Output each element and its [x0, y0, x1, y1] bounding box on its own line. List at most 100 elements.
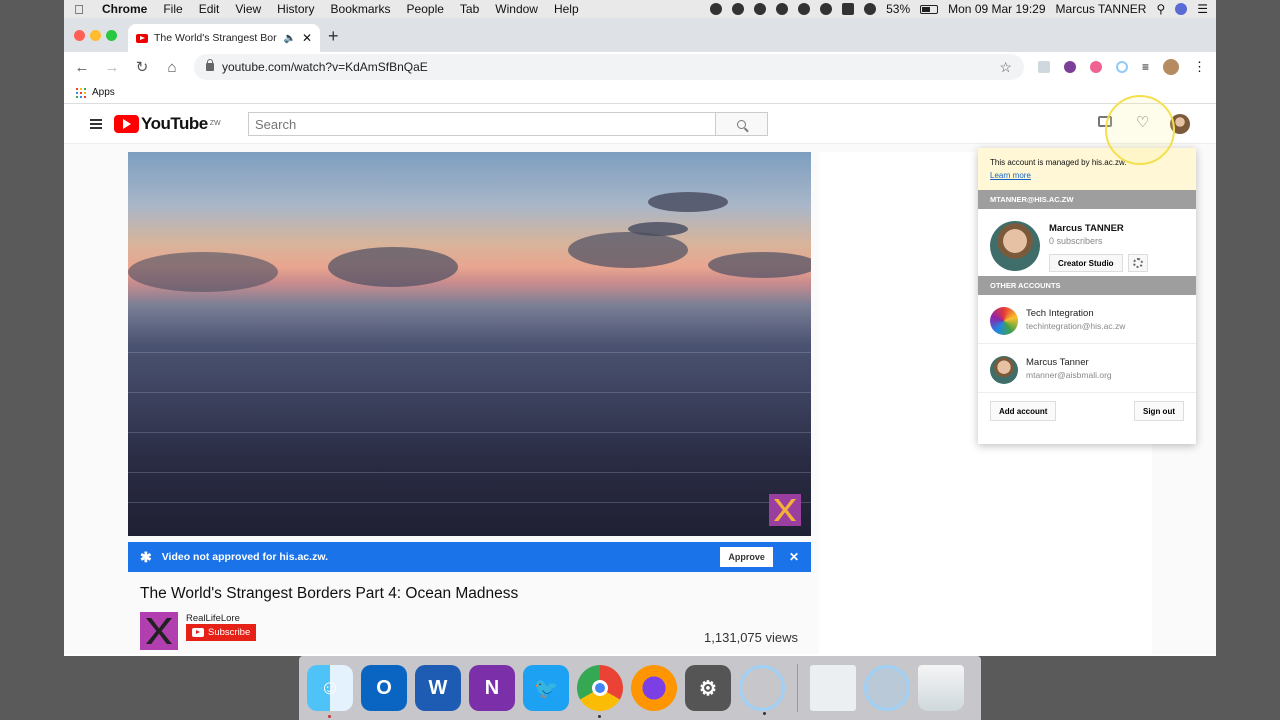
- reading-list-icon[interactable]: ≡: [1142, 60, 1149, 74]
- back-arrow-icon[interactable]: ←: [74, 59, 90, 76]
- extension-icon-4[interactable]: [1115, 61, 1128, 73]
- guide-menu-icon[interactable]: [90, 118, 102, 129]
- tab-close-icon[interactable]: ✕: [302, 31, 312, 45]
- creator-studio-button[interactable]: Creator Studio: [1049, 254, 1123, 272]
- wave-line: [128, 352, 811, 353]
- firefox-icon[interactable]: [631, 665, 677, 711]
- running-indicator: [763, 712, 766, 715]
- menu-view[interactable]: View: [227, 0, 269, 18]
- view-count: 1,131,075 views: [704, 630, 798, 645]
- menu-people[interactable]: People: [399, 0, 452, 18]
- youtube-search: [248, 112, 768, 136]
- apple-menu-icon[interactable]: : [64, 2, 94, 17]
- channel-watermark[interactable]: [769, 494, 801, 526]
- loading-app-icon[interactable]: [739, 665, 785, 715]
- account-menu-footer: Add account Sign out: [978, 393, 1196, 429]
- bookmark-star-icon[interactable]: ☆: [999, 59, 1012, 76]
- trash-icon[interactable]: [918, 665, 964, 711]
- wifi-icon[interactable]: [842, 3, 855, 15]
- youtube-header: YouTube ZW ♡: [64, 104, 1216, 144]
- home-icon[interactable]: ⌂: [164, 59, 180, 76]
- siri-icon[interactable]: [1175, 3, 1188, 15]
- minimize-window-button[interactable]: [90, 30, 101, 41]
- menu-bookmarks[interactable]: Bookmarks: [323, 0, 399, 18]
- dropbox-tray-icon[interactable]: [776, 3, 789, 15]
- menu-file[interactable]: File: [155, 0, 190, 18]
- onenote-icon[interactable]: N: [469, 665, 515, 711]
- reload-icon[interactable]: ↻: [134, 58, 150, 76]
- apps-grid-icon[interactable]: [76, 87, 86, 98]
- close-window-button[interactable]: [74, 30, 85, 41]
- subscribe-button[interactable]: Subscribe: [186, 624, 257, 641]
- video-player[interactable]: [128, 152, 811, 536]
- extension-icon-1[interactable]: [1037, 61, 1050, 73]
- close-banner-icon[interactable]: ✕: [789, 550, 799, 564]
- bluetooth-icon[interactable]: [820, 3, 833, 15]
- address-bar[interactable]: youtube.com/watch?v=KdAmSfBnQaE ☆: [194, 54, 1024, 80]
- other-account-name: Marcus Tanner: [1026, 357, 1089, 368]
- dock-separator: [797, 664, 798, 712]
- approve-button[interactable]: Approve: [720, 547, 773, 567]
- volume-icon[interactable]: [864, 3, 877, 15]
- channel-avatar[interactable]: [140, 612, 178, 650]
- extension-icon-3[interactable]: [1089, 61, 1102, 73]
- outlook-icon[interactable]: O: [361, 665, 407, 711]
- cloud-tray-icon[interactable]: [754, 3, 767, 15]
- cloud-shape: [128, 252, 278, 292]
- other-account-item[interactable]: Marcus Tanner mtanner@aisbmali.org: [978, 344, 1196, 393]
- youtube-wordmark: YouTube: [141, 113, 208, 133]
- macos-dock: ☺ O W N 🐦 ⚙: [299, 656, 981, 720]
- battery-percent[interactable]: 53%: [886, 2, 910, 16]
- chrome-icon[interactable]: [577, 665, 623, 718]
- menu-window[interactable]: Window: [487, 0, 546, 18]
- battery-icon[interactable]: [920, 4, 939, 14]
- windmill-logo-icon: [146, 618, 172, 644]
- url-text[interactable]: youtube.com/watch?v=KdAmSfBnQaE: [222, 60, 428, 74]
- wave-line: [128, 432, 811, 433]
- menu-help[interactable]: Help: [546, 0, 587, 18]
- profile-avatar-icon[interactable]: [1163, 59, 1179, 75]
- forward-arrow-icon[interactable]: →: [104, 59, 120, 76]
- sign-out-button[interactable]: Sign out: [1134, 401, 1184, 421]
- twitter-icon[interactable]: 🐦: [523, 665, 569, 711]
- menu-history[interactable]: History: [269, 0, 322, 18]
- youtube-logo[interactable]: YouTube ZW: [114, 114, 221, 134]
- bookmark-apps[interactable]: Apps: [92, 87, 115, 98]
- finder-icon[interactable]: ☺: [307, 665, 353, 718]
- menu-tab[interactable]: Tab: [452, 0, 487, 18]
- channel-name[interactable]: RealLifeLore: [186, 613, 240, 624]
- window-preview-icon[interactable]: [810, 665, 856, 711]
- notification-center-icon[interactable]: ☰: [1197, 2, 1208, 16]
- search-button[interactable]: [716, 112, 768, 136]
- extension-icon-2[interactable]: [1063, 61, 1076, 73]
- learn-more-link[interactable]: Learn more: [990, 171, 1031, 180]
- search-input[interactable]: [248, 112, 716, 136]
- settings-button[interactable]: [1128, 254, 1148, 272]
- spotlight-icon[interactable]: ⚲: [1156, 2, 1165, 16]
- time-machine-icon[interactable]: [798, 3, 811, 15]
- audio-playing-icon[interactable]: 🔈: [283, 33, 295, 44]
- lock-icon[interactable]: [206, 59, 214, 71]
- new-tab-button[interactable]: +: [328, 26, 339, 47]
- menu-app-name[interactable]: Chrome: [94, 0, 155, 18]
- add-account-button[interactable]: Add account: [990, 401, 1057, 421]
- chrome-window: The World's Strangest Borde 🔈 ✕ + ← → ↻ …: [64, 18, 1216, 656]
- menu-edit[interactable]: Edit: [191, 0, 228, 18]
- user-menu[interactable]: Marcus TANNER: [1056, 2, 1147, 16]
- word-icon[interactable]: W: [415, 665, 461, 711]
- system-preferences-icon[interactable]: ⚙: [685, 665, 731, 711]
- running-indicator: [328, 715, 331, 718]
- tech-integration-avatar: [990, 307, 1018, 335]
- zoom-window-button[interactable]: [106, 30, 117, 41]
- windmill-logo-icon: [774, 499, 796, 521]
- other-account-name: Tech Integration: [1026, 308, 1094, 319]
- tab-youtube-video[interactable]: The World's Strangest Borde 🔈 ✕: [128, 24, 320, 52]
- clock[interactable]: Mon 09 Mar 19:29: [948, 2, 1045, 16]
- chrome-menu-icon[interactable]: ⋮: [1193, 59, 1206, 75]
- shield-tray-icon[interactable]: [732, 3, 745, 15]
- cloud-shape: [328, 247, 458, 287]
- status-tray-icon[interactable]: [710, 3, 723, 15]
- downloads-stack-icon[interactable]: [864, 665, 910, 711]
- other-account-item[interactable]: Tech Integration techintegration@his.ac.…: [978, 295, 1196, 344]
- current-account-avatar[interactable]: [990, 221, 1040, 271]
